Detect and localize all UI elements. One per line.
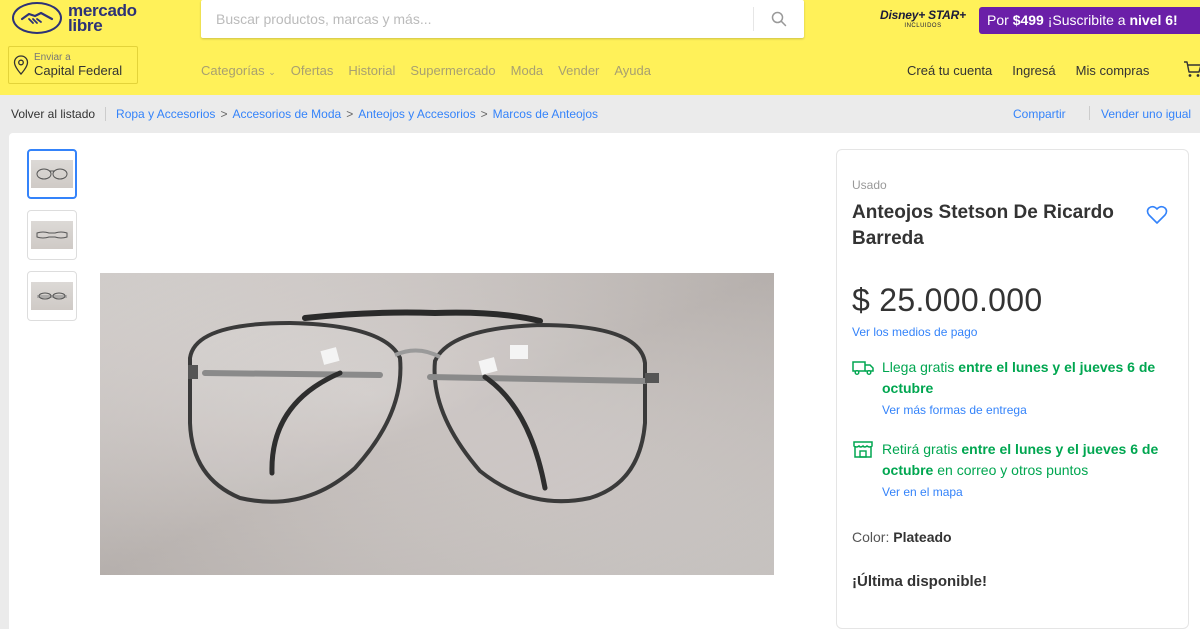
pickup-free-label: Retirá gratis [882,441,958,457]
share-link[interactable]: Compartir [1013,107,1066,121]
nav-ofertas[interactable]: Ofertas [291,63,334,78]
view-map-link[interactable]: Ver en el mapa [882,485,1172,499]
shipping-text: Llega gratis entre el lunes y el jueves … [882,357,1172,399]
disney-logo: Disney+ STAR+ [880,8,966,22]
nav-categorias[interactable]: Categorías ⌄ [201,63,276,78]
subscription-promo[interactable]: Por $499 ¡Suscribite a nivel 6! [979,7,1200,34]
back-to-list-link[interactable]: Volver al listado [11,107,95,121]
promo-prefix: Por [987,12,1013,28]
item-condition: Usado [852,178,887,192]
breadcrumb-marcos[interactable]: Marcos de Anteojos [493,107,598,121]
breadcrumb-divider [105,107,107,121]
stock-status: ¡Última disponible! [852,573,987,590]
location-label: Enviar a [34,52,71,63]
truck-icon [852,361,874,375]
thumbnail-image [31,160,73,188]
thumbnail-3[interactable] [27,271,77,321]
chevron-right-icon: > [480,107,488,121]
color-value: Plateado [893,529,952,545]
disney-star-banner[interactable]: Disney+ STAR+ INCLUIDOS [878,8,968,38]
breadcrumb-accesorios-moda[interactable]: Accesorios de Moda [232,107,341,121]
nav-moda[interactable]: Moda [511,63,544,78]
nav-supermercado[interactable]: Supermercado [410,63,495,78]
delivery-location[interactable]: Enviar a Capital Federal [8,46,138,84]
pickup-rest: en correo y otros puntos [933,462,1089,478]
chevron-right-icon: > [346,107,354,121]
promo-level: nivel 6! [1129,12,1178,28]
thumbnail-2[interactable] [27,210,77,260]
shipping-free-label: Llega gratis [882,359,955,375]
nav-vender[interactable]: Vender [558,63,599,78]
breadcrumb-ropa[interactable]: Ropa y Accesorios [116,107,215,121]
buy-box: Usado Anteojos Stetson De Ricardo Barred… [836,149,1189,629]
product-price: $ 25.000.000 [852,282,1043,318]
create-account-link[interactable]: Creá tu cuenta [907,63,992,78]
breadcrumb-anteojos[interactable]: Anteojos y Accesorios [358,107,475,121]
promo-text: ¡Suscribite a [1043,12,1130,28]
heart-icon[interactable] [1146,205,1168,225]
shipping-info: Llega gratis entre el lunes y el jueves … [852,357,1172,417]
more-delivery-options-link[interactable]: Ver más formas de entrega [882,403,1172,417]
main-nav: Categorías ⌄ Ofertas Historial Supermerc… [201,63,666,78]
mercadolibre-logo[interactable]: mercado libre [12,2,137,34]
nav-label: Categorías [201,63,265,78]
store-icon [853,441,873,458]
product-card: Usado Anteojos Stetson De Ricardo Barred… [9,133,1200,629]
header: mercado libre Disney+ STAR+ INCLUIDOS Po… [0,0,1200,95]
location-value: Capital Federal [34,63,123,78]
color-label: Color: [852,529,894,545]
disney-sub: INCLUIDOS [904,23,942,29]
logo-line2: libre [68,16,103,35]
product-photo[interactable] [100,273,774,575]
share-divider [1089,106,1090,120]
nav-ayuda[interactable]: Ayuda [614,63,651,78]
login-link[interactable]: Ingresá [1012,63,1055,78]
search-icon [771,11,787,27]
product-title: Anteojos Stetson De Ricardo Barreda [852,202,1114,249]
pickup-text: Retirá gratis entre el lunes y el jueves… [882,439,1172,481]
thumbnail-image [31,282,73,310]
search-bar [201,0,804,38]
location-pin-icon [13,55,29,75]
promo-price: $499 [1012,12,1044,28]
breadcrumb: Volver al listado Ropa y Accesorios > Ac… [0,95,1200,133]
payment-methods-link[interactable]: Ver los medios de pago [852,325,1172,339]
account-links: Creá tu cuenta Ingresá Mis compras [907,63,1169,78]
handshake-icon [12,2,62,34]
my-purchases-link[interactable]: Mis compras [1076,63,1150,78]
search-button[interactable] [754,0,804,38]
logo-text: mercado libre [68,2,137,35]
thumbnail-1[interactable] [27,149,77,199]
cart-icon[interactable] [1183,60,1200,78]
search-input[interactable] [201,0,753,38]
pickup-info: Retirá gratis entre el lunes y el jueves… [852,439,1172,499]
color-info: Color: Plateado [852,529,1172,545]
sell-similar-link[interactable]: Vender uno igual [1101,107,1191,121]
chevron-right-icon: > [220,107,228,121]
thumbnail-image [31,221,73,249]
chevron-down-icon: ⌄ [268,67,276,77]
nav-historial[interactable]: Historial [348,63,395,78]
